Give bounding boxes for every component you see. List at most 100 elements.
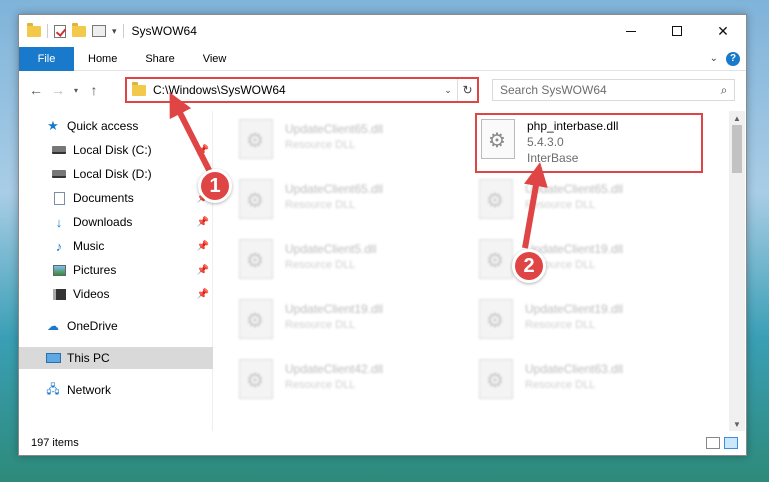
properties-check-icon[interactable] (54, 24, 66, 38)
sidebar-item-label: This PC (67, 351, 110, 365)
customize-toolbar-caret-icon[interactable]: ▾ (112, 26, 117, 37)
tab-share[interactable]: Share (131, 47, 188, 71)
dll-file-icon (479, 299, 513, 339)
computer-icon (45, 351, 61, 365)
pin-icon[interactable]: 📌 (197, 217, 209, 228)
file-type: Resource DLL (285, 139, 356, 151)
pin-icon[interactable]: 📌 (197, 145, 209, 156)
cloud-icon: ☁ (47, 319, 59, 333)
minimize-button[interactable] (608, 15, 654, 47)
close-button[interactable]: ✕ (700, 15, 746, 47)
sidebar-item-label: OneDrive (67, 319, 118, 333)
tab-home[interactable]: Home (74, 47, 131, 71)
sidebar-item-label: Quick access (67, 119, 139, 133)
sidebar-item-label: Network (67, 383, 112, 397)
window-controls: ✕ (608, 15, 746, 47)
sidebar-item-label: Downloads (73, 215, 133, 229)
sidebar-item-pictures[interactable]: Pictures 📌 (19, 259, 213, 281)
sidebar-item-local-disk-d[interactable]: Local Disk (D:) (19, 163, 213, 185)
address-bar[interactable]: C:\Windows\SysWOW64 ⌄ ↻ (125, 77, 479, 103)
file-type: Resource DLL (285, 379, 356, 391)
address-dropdown-icon[interactable]: ⌄ (439, 85, 457, 96)
file-type: Resource DLL (525, 319, 596, 331)
file-item[interactable]: UpdateClient65.dll Resource DLL (219, 115, 445, 167)
vertical-scrollbar[interactable]: ▲ ▼ (729, 111, 745, 431)
pin-icon[interactable]: 📌 (197, 241, 209, 252)
music-icon: ♪ (55, 238, 63, 254)
item-count: 197 items (31, 437, 79, 449)
scroll-up-icon[interactable]: ▲ (729, 111, 745, 125)
sidebar-item-documents[interactable]: Documents 📌 (19, 187, 213, 209)
file-item[interactable]: UpdateClient19.dll Resource DLL (219, 295, 445, 347)
file-item[interactable]: UpdateClient65.dll Resource DLL (459, 175, 685, 227)
toolbar-divider (122, 24, 124, 38)
view-switcher (706, 437, 746, 449)
search-box[interactable]: Search SysWOW64 ⌕ (492, 79, 735, 101)
minimize-icon (626, 30, 636, 32)
details-view-icon[interactable] (706, 437, 720, 449)
tab-file[interactable]: File (19, 46, 74, 71)
file-item[interactable]: UpdateClient42.dll Resource DLL (219, 355, 445, 407)
help-icon[interactable]: ? (726, 51, 740, 66)
file-name: UpdateClient19.dll (285, 302, 384, 316)
up-button[interactable]: ↑ (83, 79, 105, 101)
file-type: Resource DLL (285, 199, 356, 211)
document-icon (51, 191, 67, 205)
quick-access-toolbar: ▾ (19, 15, 124, 47)
network-icon: 🖧 (46, 381, 60, 396)
scroll-thumb[interactable] (732, 125, 742, 173)
dll-file-icon (239, 359, 273, 399)
file-item[interactable]: UpdateClient19.dll Resource DLL (459, 295, 685, 347)
maximize-icon (672, 26, 682, 36)
window-title: SysWOW64 (131, 24, 197, 38)
sidebar-item-music[interactable]: ♪ Music 📌 (19, 235, 213, 257)
title-bar: ▾ SysWOW64 ✕ (19, 15, 746, 47)
large-icons-view-icon[interactable] (724, 437, 738, 449)
address-path[interactable]: C:\Windows\SysWOW64 (153, 83, 439, 97)
view-options-icon[interactable] (92, 25, 106, 37)
sidebar-item-label: Local Disk (D:) (73, 167, 152, 181)
file-item[interactable]: UpdateClient19.dll Resource DLL (459, 235, 685, 287)
file-item[interactable]: UpdateClient63.dll Resource DLL (459, 355, 685, 407)
navigation-bar: ← → ▾ ↑ C:\Windows\SysWOW64 ⌄ ↻ Search S… (19, 75, 746, 105)
file-item-php-interbase[interactable]: php_interbase.dll 5.4.3.0 InterBase (475, 113, 703, 173)
file-name: php_interbase.dll (527, 119, 619, 133)
forward-button[interactable]: → (47, 79, 69, 101)
disk-icon (51, 143, 67, 157)
sidebar-item-network[interactable]: 🖧 Network (19, 379, 213, 401)
sidebar-item-quick-access[interactable]: ★ Quick access (19, 115, 213, 137)
dll-file-icon (479, 359, 513, 399)
sidebar-item-onedrive[interactable]: ☁ OneDrive (19, 315, 213, 337)
pin-icon[interactable]: 📌 (197, 265, 209, 276)
refresh-icon[interactable]: ↻ (457, 79, 477, 101)
file-item[interactable]: UpdateClient65.dll Resource DLL (219, 175, 445, 227)
sidebar-item-label: Documents (73, 191, 134, 205)
sidebar-item-downloads[interactable]: ↓ Downloads 📌 (19, 211, 213, 233)
videos-icon (51, 287, 67, 301)
file-item[interactable]: UpdateClient5.dll Resource DLL (219, 235, 445, 287)
file-name: UpdateClient19.dll (525, 302, 624, 316)
expand-ribbon-chevron-icon[interactable]: ⌄ (710, 53, 718, 64)
file-type: InterBase (527, 151, 579, 165)
maximize-button[interactable] (654, 15, 700, 47)
step-1-badge: 1 (198, 169, 232, 203)
status-bar: 197 items (19, 431, 746, 455)
dll-file-icon (239, 239, 273, 279)
tab-view[interactable]: View (189, 47, 241, 71)
recent-locations-button[interactable]: ▾ (69, 79, 83, 101)
sidebar-item-label: Videos (73, 287, 110, 301)
dll-file-icon (481, 119, 515, 159)
sidebar-item-label: Local Disk (C:) (73, 143, 152, 157)
folder-icon (132, 81, 146, 96)
search-input[interactable]: Search SysWOW64 (500, 83, 714, 97)
sidebar-item-local-disk-c[interactable]: Local Disk (C:) 📌 (19, 139, 213, 161)
star-icon: ★ (47, 118, 59, 133)
sidebar-item-this-pc[interactable]: This PC (19, 347, 213, 369)
sidebar-item-videos[interactable]: Videos 📌 (19, 283, 213, 305)
file-name: UpdateClient42.dll (285, 362, 384, 376)
pin-icon[interactable]: 📌 (197, 289, 209, 300)
new-folder-icon[interactable] (72, 22, 86, 37)
search-icon[interactable]: ⌕ (714, 83, 734, 98)
scroll-down-icon[interactable]: ▼ (729, 417, 745, 431)
back-button[interactable]: ← (25, 79, 47, 101)
